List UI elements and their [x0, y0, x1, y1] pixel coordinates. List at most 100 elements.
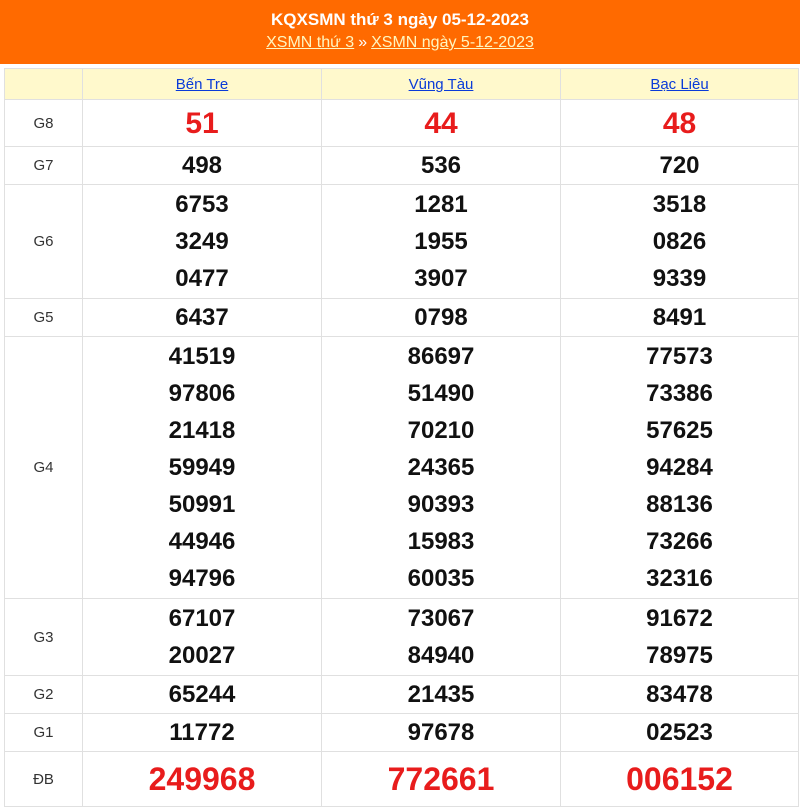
result-number: 11772 — [169, 719, 235, 746]
result-number: 94284 — [646, 454, 713, 481]
result-number: 97678 — [407, 719, 475, 746]
result-number: 536 — [420, 152, 462, 179]
result-number: 8491 — [652, 304, 707, 331]
prize-label: G8 — [4, 99, 83, 147]
result-number: 0826 — [652, 228, 707, 255]
result-cell: 77573 73386 57625 94284 88136 73266 3231… — [560, 336, 799, 599]
result-number: 32316 — [646, 565, 713, 592]
result-number: 44946 — [168, 528, 236, 555]
column-header-ben-tre: Bến Tre — [82, 68, 322, 100]
prize-label: G1 — [4, 713, 83, 752]
province-link-ben-tre[interactable]: Bến Tre — [176, 76, 229, 93]
result-cell: 21435 — [321, 675, 561, 714]
result-number: 88136 — [646, 491, 713, 518]
province-link-vung-tau[interactable]: Vũng Tàu — [409, 76, 474, 93]
result-number: 90393 — [407, 491, 475, 518]
result-number: 0477 — [175, 265, 229, 292]
result-cell: 6753 3249 0477 — [82, 184, 322, 299]
result-number: 70210 — [407, 417, 475, 444]
prize-label: G4 — [4, 336, 83, 599]
result-number: 94796 — [168, 565, 236, 592]
result-number: 1955 — [414, 228, 468, 255]
results-table: Bến Tre Vũng Tàu Bạc Liêu G8 51 44 48 G7… — [4, 68, 799, 807]
result-cell: 48 — [560, 99, 799, 147]
result-number: 3907 — [414, 265, 468, 292]
result-number: 73386 — [646, 380, 713, 407]
prize-row-g1: G1 11772 97678 02523 — [4, 713, 799, 752]
prize-row-special: ĐB 249968 772661 006152 — [4, 751, 799, 807]
result-number: 57625 — [646, 417, 713, 444]
prize-column-header — [4, 68, 83, 100]
result-number: 59949 — [168, 454, 236, 481]
prize-row-g6: G6 6753 3249 0477 1281 1955 3907 3518 08… — [4, 184, 799, 299]
result-cell: 536 — [321, 146, 561, 185]
result-cell: 8491 — [560, 298, 799, 337]
link-xsmn-date[interactable]: XSMN ngày 5-12-2023 — [371, 34, 534, 51]
result-cell: 51 — [82, 99, 322, 147]
result-cell: 73067 84940 — [321, 598, 561, 676]
column-header-bac-lieu: Bạc Liêu — [560, 68, 799, 100]
prize-label: G2 — [4, 675, 83, 714]
prize-row-g7: G7 498 536 720 — [4, 146, 799, 185]
prize-row-g8: G8 51 44 48 — [4, 99, 799, 147]
result-number: 15983 — [407, 528, 475, 555]
result-number: 48 — [662, 106, 697, 140]
result-number: 720 — [659, 152, 700, 179]
result-cell: 11772 — [82, 713, 322, 752]
result-cell: 720 — [560, 146, 799, 185]
result-number: 498 — [181, 152, 223, 179]
result-number: 83478 — [646, 681, 713, 708]
result-number: 20027 — [168, 642, 236, 669]
result-cell: 0798 — [321, 298, 561, 337]
prize-row-g5: G5 6437 0798 8491 — [4, 298, 799, 337]
prize-label: G3 — [4, 598, 83, 676]
result-cell: 44 — [321, 99, 561, 147]
result-number: 1281 — [414, 191, 468, 218]
result-number: 77573 — [646, 343, 713, 370]
result-number: 50991 — [168, 491, 236, 518]
result-number: 73266 — [646, 528, 713, 555]
result-number: 51490 — [407, 380, 475, 407]
result-number: 41519 — [168, 343, 236, 370]
result-cell: 67107 20027 — [82, 598, 322, 676]
column-header-vung-tau: Vũng Tàu — [321, 68, 561, 100]
prize-label: ĐB — [4, 751, 83, 807]
result-number: 24365 — [407, 454, 475, 481]
result-number: 86697 — [407, 343, 475, 370]
result-number: 6437 — [175, 304, 229, 331]
result-number: 3518 — [652, 191, 707, 218]
result-number: 67107 — [168, 605, 236, 632]
result-cell: 86697 51490 70210 24365 90393 15983 6003… — [321, 336, 561, 599]
result-cell: 1281 1955 3907 — [321, 184, 561, 299]
result-cell: 498 — [82, 146, 322, 185]
result-cell: 006152 — [560, 751, 799, 807]
result-number: 44 — [424, 106, 458, 140]
link-xsmn-day[interactable]: XSMN thứ 3 — [266, 34, 354, 51]
result-cell: 65244 — [82, 675, 322, 714]
result-number: 73067 — [407, 605, 475, 632]
result-number: 91672 — [646, 605, 713, 632]
special-result-number: 249968 — [148, 760, 256, 797]
result-cell: 02523 — [560, 713, 799, 752]
prize-label: G5 — [4, 298, 83, 337]
breadcrumb: XSMN thứ 3» XSMN ngày 5-12-2023 — [0, 33, 800, 53]
province-link-bac-lieu[interactable]: Bạc Liêu — [650, 76, 708, 93]
result-cell: 41519 97806 21418 59949 50991 44946 9479… — [82, 336, 322, 599]
result-cell: 97678 — [321, 713, 561, 752]
result-number: 60035 — [407, 565, 475, 592]
result-number: 9339 — [652, 265, 707, 292]
result-number: 21435 — [407, 681, 475, 708]
result-number: 6753 — [175, 191, 229, 218]
special-result-number: 772661 — [387, 760, 495, 797]
result-cell: 3518 0826 9339 — [560, 184, 799, 299]
prize-label: G7 — [4, 146, 83, 185]
result-number: 3249 — [175, 228, 229, 255]
page-title: KQXSMN thứ 3 ngày 05-12-2023 — [271, 10, 529, 29]
result-cell: 249968 — [82, 751, 322, 807]
prize-row-g3: G3 67107 20027 73067 84940 91672 78975 — [4, 598, 799, 676]
prize-row-g2: G2 65244 21435 83478 — [4, 675, 799, 714]
special-result-number: 006152 — [626, 760, 733, 797]
prize-row-g4: G4 41519 97806 21418 59949 50991 44946 9… — [4, 336, 799, 599]
result-cell: 6437 — [82, 298, 322, 337]
result-cell: 83478 — [560, 675, 799, 714]
